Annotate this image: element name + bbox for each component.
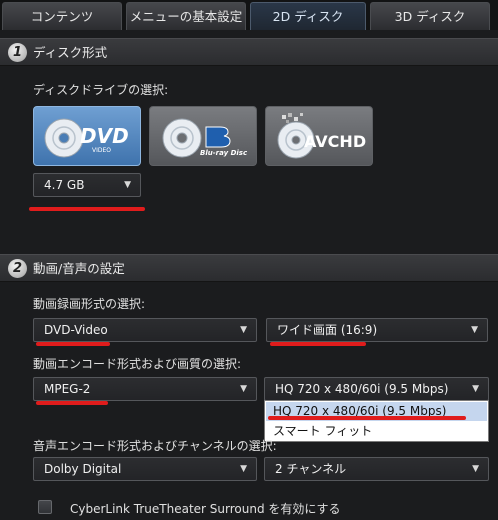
section-number-badge: 2 (8, 259, 27, 278)
tab-2d-disc[interactable]: 2D ディスク (250, 2, 366, 30)
avchd-icon: AVCHD (277, 113, 366, 159)
quality-dropdown[interactable]: HQ 720 x 480/60i (9.5 Mbps) ▼ (264, 377, 489, 401)
tab-menu-settings[interactable]: メニューの基本設定 (126, 2, 246, 30)
chevron-down-icon: ▼ (240, 464, 247, 474)
encode-format-dropdown[interactable]: MPEG-2 ▼ (33, 377, 257, 401)
video-format-label: 動画録画形式の選択: (33, 297, 146, 311)
section-title: ディスク形式 (33, 45, 108, 60)
chevron-down-icon: ▼ (472, 464, 479, 474)
section-disc-format-header: 1 ディスク形式 (0, 38, 498, 66)
audio-channels-value: 2 チャンネル (275, 462, 347, 476)
red-underline-annotation (268, 416, 466, 420)
chevron-down-icon: ▼ (124, 180, 131, 190)
section-video-audio-header: 2 動画/音声の設定 (0, 254, 498, 282)
dvd-logo-text: DVD (80, 124, 129, 148)
surround-checkbox-label: CyberLink TrueTheater Surround を有効にする (70, 502, 341, 516)
disc-capacity-dropdown[interactable]: 4.7 GB ▼ (33, 173, 141, 197)
bluray-logo-text: Blu-ray Disc (200, 149, 248, 157)
disc-drive-label: ディスクドライブの選択: (33, 83, 169, 97)
tab-contents[interactable]: コンテンツ (2, 2, 122, 30)
audio-format-value: Dolby Digital (44, 462, 122, 476)
tab-bar: コンテンツ メニューの基本設定 2D ディスク 3D ディスク (0, 0, 498, 30)
red-underline-annotation (36, 342, 110, 346)
dvd-logo-subtext: VIDEO (92, 147, 111, 154)
dvd-icon: DVD VIDEO (44, 118, 129, 158)
video-format-dropdown[interactable]: DVD-Video ▼ (33, 318, 257, 342)
red-underline-annotation (270, 342, 366, 346)
audio-channels-dropdown[interactable]: 2 チャンネル ▼ (264, 457, 489, 481)
quality-options-list: HQ 720 x 480/60i (9.5 Mbps) スマート フィット (264, 400, 489, 442)
chevron-down-icon: ▼ (240, 325, 247, 335)
section-title: 動画/音声の設定 (33, 261, 125, 276)
avchd-logo-text: AVCHD (304, 132, 366, 151)
red-underline-annotation (29, 207, 145, 211)
encode-format-value: MPEG-2 (44, 382, 91, 396)
disc-capacity-value: 4.7 GB (44, 178, 85, 192)
avchd-disc-button[interactable]: AVCHD (265, 106, 373, 166)
chevron-down-icon: ▼ (240, 384, 247, 394)
tab-3d-disc[interactable]: 3D ディスク (370, 2, 490, 30)
chevron-down-icon: ▼ (472, 384, 479, 394)
quality-option-smart-fit[interactable]: スマート フィット (266, 422, 487, 441)
aspect-ratio-value: ワイド画面 (16:9) (277, 323, 378, 337)
surround-checkbox[interactable] (38, 500, 52, 514)
chevron-down-icon: ▼ (471, 325, 478, 335)
bluray-disc-button[interactable]: Blu-ray Disc (149, 106, 257, 166)
audio-format-label: 音声エンコード形式およびチャンネルの選択: (33, 439, 277, 453)
section-number-badge: 1 (8, 43, 27, 62)
encode-format-label: 動画エンコード形式および画質の選択: (33, 357, 242, 371)
video-format-value: DVD-Video (44, 323, 108, 337)
audio-format-dropdown[interactable]: Dolby Digital ▼ (33, 457, 257, 481)
bluray-icon: Blu-ray Disc (162, 118, 248, 158)
aspect-ratio-dropdown[interactable]: ワイド画面 (16:9) ▼ (266, 318, 488, 342)
dvd-disc-button[interactable]: DVD VIDEO (33, 106, 141, 166)
red-underline-annotation (36, 401, 108, 405)
quality-value: HQ 720 x 480/60i (9.5 Mbps) (275, 382, 449, 396)
